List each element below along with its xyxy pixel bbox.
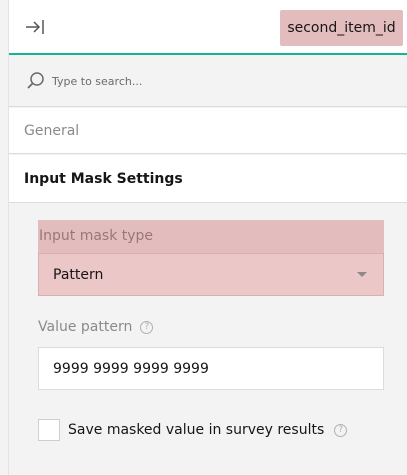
- value-pattern-label-row: Value pattern ?: [38, 319, 154, 335]
- save-masked-value-checkbox[interactable]: [38, 419, 60, 441]
- question-circle-icon[interactable]: ?: [140, 320, 154, 334]
- property-grid-panel: second_item_id General Input Mask Settin…: [8, 0, 407, 475]
- value-pattern-input[interactable]: [38, 347, 384, 390]
- property-grid-header: second_item_id: [9, 0, 407, 55]
- input-mask-type-dropdown[interactable]: Pattern: [38, 253, 384, 296]
- question-circle-icon[interactable]: ?: [334, 423, 348, 437]
- input-mask-type-value: Pattern: [53, 266, 104, 283]
- input-mask-settings-content: Input mask type Pattern Value pattern ? …: [9, 204, 407, 475]
- selected-item-name[interactable]: second_item_id: [280, 10, 403, 46]
- search-icon: [27, 72, 44, 89]
- category-general[interactable]: General: [9, 108, 407, 154]
- search-bar: [9, 57, 407, 107]
- category-input-mask-settings[interactable]: Input Mask Settings: [9, 155, 407, 203]
- collapse-right-icon: [26, 20, 44, 34]
- save-masked-value-row: Save masked value in survey results ?: [38, 419, 348, 441]
- save-masked-value-label[interactable]: Save masked value in survey results: [68, 422, 324, 438]
- collapse-panel-button[interactable]: [23, 16, 47, 38]
- value-pattern-label: Value pattern: [38, 319, 133, 335]
- input-mask-type-field: Input mask type Pattern: [38, 220, 384, 296]
- search-input[interactable]: [52, 71, 392, 91]
- input-mask-type-label: Input mask type: [39, 228, 154, 244]
- chevron-down-icon: [357, 272, 367, 277]
